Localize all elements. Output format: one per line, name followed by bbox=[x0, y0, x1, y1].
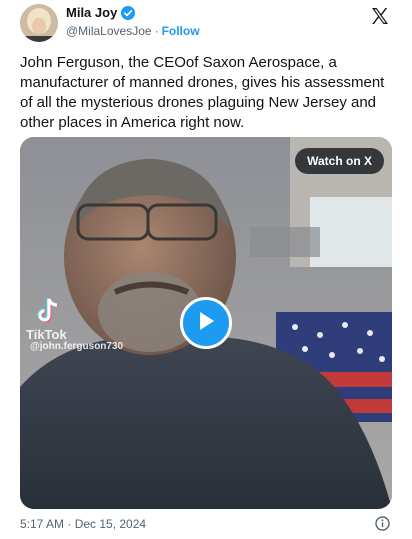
tweet-text: John Ferguson, the CEOof Saxon Aerospace… bbox=[20, 54, 385, 131]
x-logo-icon[interactable] bbox=[370, 6, 390, 26]
info-icon[interactable] bbox=[375, 516, 390, 531]
play-button[interactable] bbox=[180, 297, 232, 349]
play-icon bbox=[196, 310, 216, 337]
author-handle-row: @MilaLovesJoe · Follow bbox=[66, 24, 200, 38]
follow-button[interactable]: Follow bbox=[162, 24, 200, 38]
author-name-row: Mila Joy bbox=[66, 5, 136, 20]
tiktok-watermark-brand: TikTok bbox=[26, 327, 67, 342]
watch-on-x-button[interactable]: Watch on X bbox=[295, 148, 384, 174]
tweet-card: Mila Joy @MilaLovesJoe · Follow John Fer… bbox=[0, 0, 412, 539]
separator-dot: · bbox=[154, 24, 159, 38]
author-display-name[interactable]: Mila Joy bbox=[66, 5, 117, 20]
tiktok-watermark-user: @john.ferguson730 bbox=[30, 341, 124, 352]
avatar[interactable] bbox=[20, 4, 58, 42]
tweet-timestamp[interactable]: 5:17 AM · Dec 15, 2024 bbox=[20, 517, 146, 531]
tiktok-logo-icon bbox=[36, 297, 60, 325]
author-handle[interactable]: @MilaLovesJoe bbox=[66, 24, 152, 38]
video-player[interactable]: Watch on X TikTok @john.ferguson730 bbox=[20, 137, 392, 509]
verified-badge-icon bbox=[121, 5, 136, 20]
